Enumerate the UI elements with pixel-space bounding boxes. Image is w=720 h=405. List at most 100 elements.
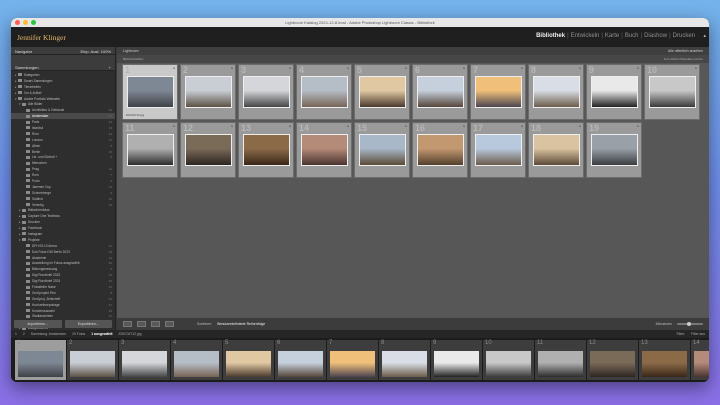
add-collection-icon[interactable]: + <box>109 65 111 70</box>
filmstrip-cell[interactable]: 10 <box>483 340 534 380</box>
compare-view-button[interactable] <box>151 321 160 327</box>
filmstrip-cell[interactable]: 8 <box>379 340 430 380</box>
filter-options[interactable]: Text Attribut Metadaten Keine <box>664 57 703 61</box>
grid-cell[interactable]: 10 ▪▪ <box>644 64 700 120</box>
photo-thumbnail[interactable] <box>185 76 232 108</box>
filmstrip-thumbnail[interactable] <box>382 351 427 377</box>
module-entwickeln[interactable]: Entwickeln <box>571 33 600 39</box>
grid-cell[interactable]: 15 ▪▪ <box>354 122 410 178</box>
photo-thumbnail[interactable] <box>301 76 348 108</box>
title-bar: Lightroom Katalog 2024-12-8.lrcat - Adob… <box>11 18 709 27</box>
zoom-icon[interactable] <box>31 20 36 25</box>
grid-cell[interactable]: 7 ▪▪ <box>470 64 526 120</box>
grid-cell[interactable]: 2 ▪▪ <box>180 64 236 120</box>
filmstrip-filter-dropdown[interactable]: Filter aus <box>691 332 705 336</box>
filmstrip-thumbnail[interactable] <box>18 351 63 377</box>
filmstrip-cell[interactable]: 4 <box>171 340 222 380</box>
photo-thumbnail[interactable] <box>417 134 464 166</box>
photo-thumbnail[interactable] <box>533 134 580 166</box>
filmstrip-thumbnail[interactable] <box>122 351 167 377</box>
slider-knob[interactable] <box>687 322 691 326</box>
photo-thumbnail[interactable] <box>591 76 638 108</box>
grid-cell[interactable]: 14 ▪▪ <box>296 122 352 178</box>
badge-icon: ▪▪ <box>346 124 349 128</box>
grid-cell[interactable]: 3 ▪▪ <box>238 64 294 120</box>
photo-thumbnail[interactable] <box>591 134 638 166</box>
navigator-zoom[interactable]: Einp. Ausf. 100% <box>81 49 111 54</box>
filmstrip-thumbnail[interactable] <box>278 351 323 377</box>
grid-cell[interactable]: 1 ▪▪ DSC04712.jpg <box>122 64 178 120</box>
grid-cell[interactable]: 16 ▪▪ <box>412 122 468 178</box>
filmstrip-thumbnail[interactable] <box>694 351 709 377</box>
grid-cell[interactable]: 5 ▪▪ <box>354 64 410 120</box>
photo-thumbnail[interactable] <box>127 76 174 108</box>
module-drucken[interactable]: Drucken <box>673 33 695 39</box>
filmstrip-thumbnail[interactable] <box>434 351 479 377</box>
grid-cell[interactable]: 12 ▪▪ <box>180 122 236 178</box>
tree-item-count: 21 <box>108 314 112 319</box>
filmstrip-source-item[interactable]: 2 <box>23 332 25 336</box>
filmstrip-cell[interactable]: 5 <box>223 340 274 380</box>
folder-icon <box>26 297 30 301</box>
module-buch[interactable]: Buch <box>625 33 639 39</box>
filmstrip-thumbnail[interactable] <box>590 351 635 377</box>
folder-icon <box>26 285 30 289</box>
thumbnail-size-slider[interactable] <box>677 322 703 326</box>
navigator-header[interactable]: Navigator Einp. Ausf. 100% <box>11 47 115 55</box>
collections-header[interactable]: Sammlungen + <box>11 63 115 71</box>
module-diashow[interactable]: Diashow <box>644 33 667 39</box>
close-icon[interactable] <box>15 20 20 25</box>
folder-icon <box>22 214 26 218</box>
filmstrip-cell[interactable]: 9 <box>431 340 482 380</box>
grid-cell[interactable]: 18 ▪▪ <box>528 122 584 178</box>
photo-thumbnail[interactable] <box>127 134 174 166</box>
photo-thumbnail[interactable] <box>185 134 232 166</box>
photo-thumbnail[interactable] <box>359 134 406 166</box>
photo-thumbnail[interactable] <box>417 76 464 108</box>
photo-thumbnail[interactable] <box>359 76 406 108</box>
filmstrip-thumbnail[interactable] <box>70 351 115 377</box>
photo-thumbnail[interactable] <box>533 76 580 108</box>
filmstrip-cell[interactable]: 7 <box>327 340 378 380</box>
grid-cell[interactable]: 8 ▪▪ <box>528 64 584 120</box>
filmstrip-thumbnail[interactable] <box>174 351 219 377</box>
import-button[interactable]: Importieren... <box>14 320 62 328</box>
module-bibliothek[interactable]: Bibliothek <box>536 33 565 39</box>
filmstrip-cell[interactable]: 12 <box>587 340 638 380</box>
photo-thumbnail[interactable] <box>475 76 522 108</box>
sort-dropdown[interactable]: Benutzerdefinierte Reihenfolge <box>217 322 265 326</box>
filmstrip-source-item[interactable]: 1 <box>15 332 17 336</box>
grid-cell[interactable]: 11 ▪▪ <box>122 122 178 178</box>
grid-cell[interactable]: 6 ▪▪ <box>412 64 468 120</box>
filmstrip-cell[interactable]: 11 <box>535 340 586 380</box>
grid-cell[interactable]: 19 ▪▪ <box>586 122 642 178</box>
photo-thumbnail[interactable] <box>475 134 522 166</box>
photo-thumbnail[interactable] <box>301 134 348 166</box>
filmstrip-thumbnail[interactable] <box>330 351 375 377</box>
filmstrip-thumbnail[interactable] <box>486 351 531 377</box>
panel-toggle-icon[interactable]: ▴ <box>703 33 706 39</box>
export-button[interactable]: Exportieren... <box>64 320 112 328</box>
filmstrip-cell[interactable]: 6 <box>275 340 326 380</box>
grid-cell[interactable]: 9 ▪▪ <box>586 64 642 120</box>
loupe-view-button[interactable] <box>137 321 146 327</box>
filmstrip-thumbnail[interactable] <box>226 351 271 377</box>
survey-view-button[interactable] <box>165 321 174 327</box>
grid-header-action[interactable]: Alle offentlich ansehen <box>668 49 703 53</box>
photo-thumbnail[interactable] <box>649 76 696 108</box>
filmstrip-cell[interactable]: 13 <box>639 340 690 380</box>
filmstrip-cell[interactable]: 2 <box>67 340 118 380</box>
filmstrip-cell[interactable]: 14 <box>691 340 709 380</box>
grid-view-button[interactable] <box>123 321 132 327</box>
filmstrip-thumbnail[interactable] <box>538 351 583 377</box>
photo-thumbnail[interactable] <box>243 76 290 108</box>
filmstrip-thumbnail[interactable] <box>642 351 687 377</box>
filmstrip-cell[interactable]: 3 <box>119 340 170 380</box>
photo-thumbnail[interactable] <box>243 134 290 166</box>
filmstrip-cell[interactable]: 1 <box>15 340 66 380</box>
grid-cell[interactable]: 17 ▪▪ <box>470 122 526 178</box>
grid-cell[interactable]: 4 ▪▪ <box>296 64 352 120</box>
grid-cell[interactable]: 13 ▪▪ <box>238 122 294 178</box>
minimize-icon[interactable] <box>23 20 28 25</box>
module-karte[interactable]: Karte <box>605 33 619 39</box>
